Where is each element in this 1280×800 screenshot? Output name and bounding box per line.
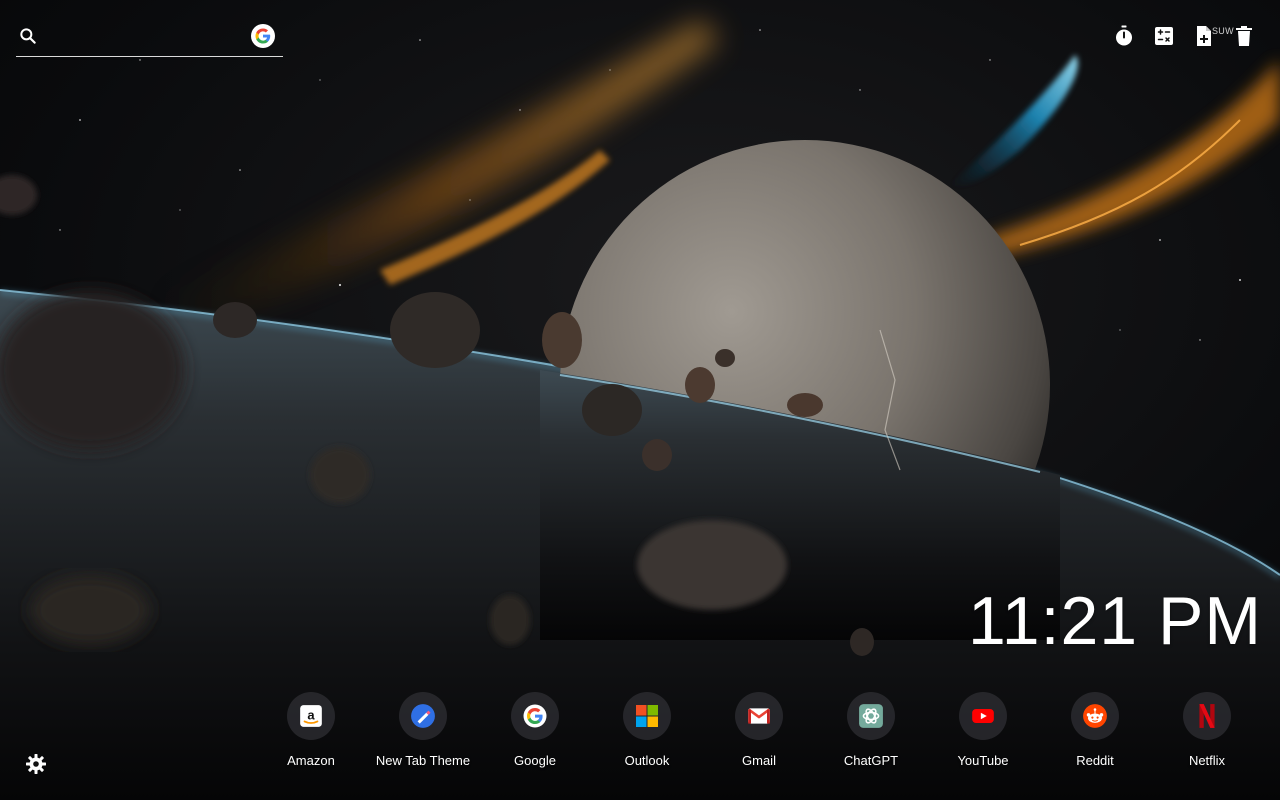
calculator-icon[interactable] — [1152, 24, 1176, 48]
shortcut-new-tab-theme[interactable]: New Tab Theme — [367, 692, 479, 772]
sidebar-label: SUW — [1212, 26, 1234, 36]
youtube-icon — [959, 692, 1007, 740]
shortcut-label: ChatGPT — [843, 753, 899, 768]
shortcut-label: Reddit — [1076, 753, 1114, 768]
shortcut-chatgpt[interactable]: ChatGPT — [815, 692, 927, 772]
search-icon[interactable] — [18, 26, 38, 46]
reddit-icon — [1071, 692, 1119, 740]
shortcut-label: Gmail — [742, 753, 776, 768]
shortcut-netflix[interactable]: Netflix — [1151, 692, 1263, 772]
trash-icon[interactable] — [1232, 24, 1256, 48]
search-bar — [16, 18, 283, 57]
shortcut-google[interactable]: Google — [479, 692, 591, 772]
svg-text:a: a — [307, 707, 315, 722]
google-icon[interactable] — [251, 24, 275, 48]
shortcut-label: New Tab Theme — [375, 753, 471, 768]
search-input[interactable] — [50, 24, 244, 50]
shortcut-label: Outlook — [624, 753, 670, 768]
space-wallpaper — [0, 0, 1280, 800]
shortcut-gmail[interactable]: Gmail — [703, 692, 815, 772]
gear-icon[interactable] — [24, 752, 48, 776]
amazon-icon: a — [287, 692, 335, 740]
netflix-icon — [1183, 692, 1231, 740]
shortcut-label: Google — [514, 753, 556, 768]
chatgpt-icon — [847, 692, 895, 740]
new-tab-theme-icon — [399, 692, 447, 740]
shortcut-youtube[interactable]: YouTube — [927, 692, 1039, 772]
gmail-icon — [735, 692, 783, 740]
shortcuts-row: a Amazon New Tab Theme Google Outlook Gm… — [255, 692, 1265, 772]
shortcut-reddit[interactable]: Reddit — [1039, 692, 1151, 772]
microsoft-icon — [623, 692, 671, 740]
clock: 11:21 PM — [967, 583, 1262, 659]
shortcut-label: Amazon — [287, 753, 335, 768]
shortcut-label: Netflix — [1188, 753, 1226, 768]
shortcut-label: YouTube — [957, 753, 1009, 768]
shortcut-outlook[interactable]: Outlook — [591, 692, 703, 772]
new-tab-page: SUW 11:21 PM a Amazon New Tab Theme Goog… — [0, 0, 1280, 800]
timer-icon[interactable] — [1112, 24, 1136, 48]
google-icon — [511, 692, 559, 740]
shortcut-amazon[interactable]: a Amazon — [255, 692, 367, 772]
